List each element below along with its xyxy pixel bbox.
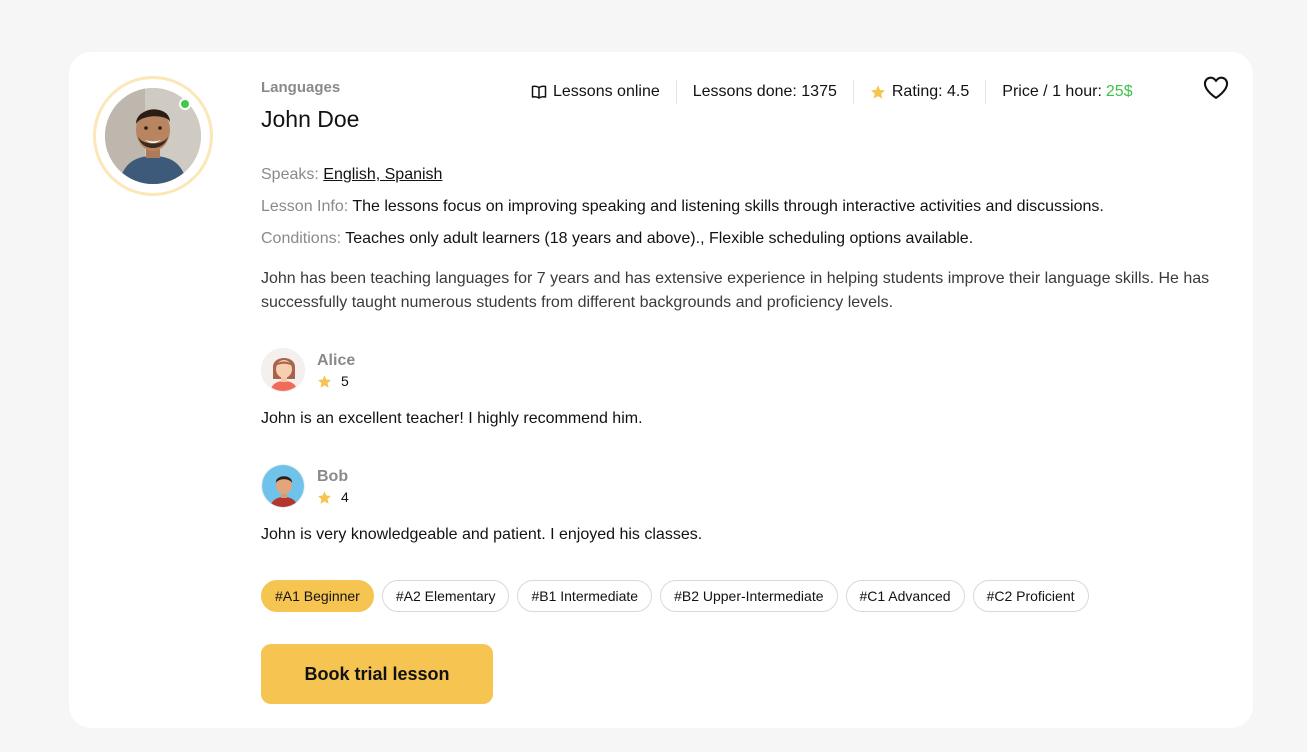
review-rating-value: 5: [341, 373, 349, 389]
star-icon: [318, 374, 331, 388]
stat-divider: [985, 80, 987, 104]
level-tag-a1[interactable]: #A1 Beginner: [261, 580, 374, 612]
level-tag-b2[interactable]: #B2 Upper-Intermediate: [660, 580, 838, 612]
stat-price: Price / 1 hour: 25$: [1002, 83, 1132, 101]
level-tag-a2[interactable]: #A2 Elementary: [381, 580, 510, 612]
stat-lessons-done-value: 1375: [801, 83, 837, 100]
conditions-label: Conditions:: [261, 230, 342, 247]
book-trial-lesson-button[interactable]: Book trial lesson: [261, 644, 493, 704]
review-header: Bob 4: [261, 464, 349, 508]
level-tags: #A1 Beginner #A2 Elementary #B1 Intermed…: [261, 580, 1089, 612]
reviewer-avatar: [261, 348, 305, 392]
stat-rating-label: Rating:: [891, 83, 943, 100]
review-meta: Alice 5: [317, 351, 355, 389]
level-tag-c2[interactable]: #C2 Proficient: [972, 580, 1089, 612]
info-lesson: Lesson Info: The lessons focus on improv…: [261, 198, 1104, 216]
reviewer-avatar: [261, 464, 305, 508]
lesson-info-value: The lessons focus on improving speaking …: [352, 198, 1104, 215]
open-book-icon: [531, 85, 547, 99]
info-speaks: Speaks: English, Spanish: [261, 166, 442, 184]
stat-divider: [852, 80, 854, 104]
teacher-avatar-ring: [93, 76, 213, 196]
teacher-stats-bar: Lessons online Lessons done: 1375 Rating…: [531, 80, 1133, 104]
lesson-info-label: Lesson Info:: [261, 198, 349, 215]
stat-lessons-online-label: Lessons online: [553, 83, 660, 100]
review-rating-value: 4: [341, 489, 349, 505]
speaks-label: Speaks:: [261, 166, 319, 183]
reviewer-name: Bob: [317, 468, 349, 485]
info-conditions: Conditions: Teaches only adult learners …: [261, 230, 973, 248]
review-rating: 4: [317, 489, 349, 505]
conditions-value: Teaches only adult learners (18 years an…: [345, 230, 974, 247]
stat-lessons-online: Lessons online: [531, 83, 660, 101]
teacher-card: Languages John Doe Lessons online Lesson…: [69, 52, 1253, 728]
teacher-name: John Doe: [261, 106, 360, 132]
stat-price-value: 25$: [1105, 83, 1133, 100]
stat-price-label: Price / 1 hour:: [1002, 83, 1102, 100]
level-tag-b1[interactable]: #B1 Intermediate: [517, 580, 653, 612]
level-tag-c1[interactable]: #C1 Advanced: [845, 580, 965, 612]
online-status-dot: [179, 98, 191, 110]
stat-rating-value: 4.5: [947, 83, 970, 100]
stat-divider: [675, 80, 677, 104]
speaks-languages-link[interactable]: English, Spanish: [323, 166, 442, 183]
stat-lessons-done: Lessons done: 1375: [693, 83, 837, 101]
reviewer-name: Alice: [317, 352, 356, 369]
review-text: John is an excellent teacher! I highly r…: [261, 410, 643, 427]
review-meta: Bob 4: [317, 467, 349, 505]
teacher-bio: John has been teaching languages for 7 y…: [261, 270, 1210, 311]
star-icon: [318, 490, 331, 504]
star-icon: [870, 85, 885, 99]
teacher-category: Languages: [261, 79, 341, 96]
favorite-heart-icon[interactable]: [1202, 74, 1230, 102]
review-rating: 5: [317, 373, 355, 389]
stat-lessons-done-label: Lessons done:: [692, 83, 797, 100]
review-header: Alice 5: [261, 348, 355, 392]
stat-rating: Rating: 4.5: [870, 83, 969, 101]
review-text: John is very knowledgeable and patient. …: [261, 526, 703, 543]
